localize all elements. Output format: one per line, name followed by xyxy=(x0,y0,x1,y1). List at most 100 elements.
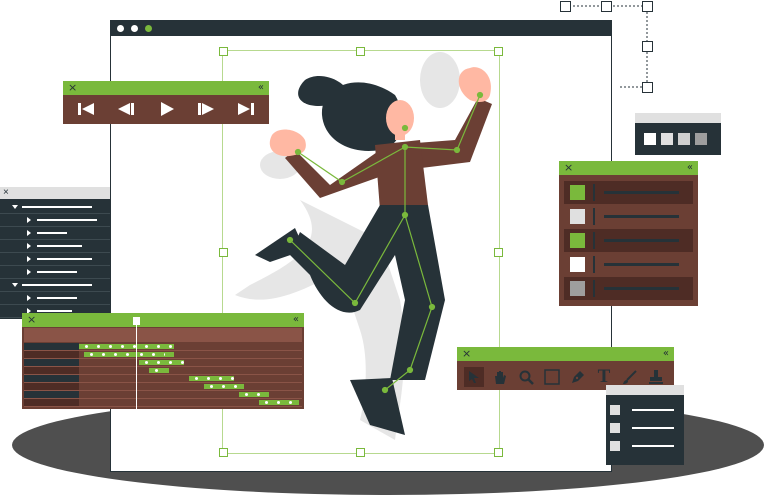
close-icon[interactable]: × xyxy=(3,187,9,199)
color-swatch[interactable] xyxy=(570,257,585,272)
collapse-icon[interactable]: « xyxy=(663,347,669,361)
property-row[interactable] xyxy=(610,439,680,457)
property-checkbox[interactable] xyxy=(610,405,620,415)
swatch-row[interactable] xyxy=(564,277,693,300)
pen-icon[interactable] xyxy=(568,367,588,387)
keyframe-dot[interactable] xyxy=(145,361,148,364)
pointer-icon[interactable] xyxy=(464,367,484,387)
keyframe-dot[interactable] xyxy=(90,353,93,356)
transform-handle-4[interactable] xyxy=(642,41,653,52)
property-checkbox[interactable] xyxy=(610,423,620,433)
track-label[interactable] xyxy=(24,399,79,406)
keyframe-clip[interactable] xyxy=(149,368,169,373)
keyframe-dot[interactable] xyxy=(195,377,198,380)
skip-forward-icon[interactable] xyxy=(237,101,255,117)
keyframe-dot[interactable] xyxy=(152,353,155,356)
keyframe-dot[interactable] xyxy=(157,345,160,348)
keyframe-dot[interactable] xyxy=(114,353,117,356)
keyframe-dot[interactable] xyxy=(145,345,148,348)
play-icon[interactable] xyxy=(159,101,175,117)
keyframe-dot[interactable] xyxy=(109,345,112,348)
expand-down-icon[interactable] xyxy=(12,205,18,209)
expand-right-icon[interactable] xyxy=(27,295,31,301)
keyframe-dot[interactable] xyxy=(169,345,172,348)
close-icon[interactable]: × xyxy=(564,161,573,175)
color-swatch[interactable] xyxy=(570,233,585,248)
swatch-row[interactable] xyxy=(564,253,693,276)
keyframe-clip[interactable] xyxy=(189,376,234,381)
color-swatch[interactable] xyxy=(570,185,585,200)
transform-handle-1[interactable] xyxy=(560,1,571,12)
property-checkbox[interactable] xyxy=(610,441,620,451)
track-label[interactable] xyxy=(24,383,79,390)
keyframe-dot[interactable] xyxy=(222,385,225,388)
keyframe-dot[interactable] xyxy=(277,401,280,404)
keyframe-dot[interactable] xyxy=(169,361,172,364)
transform-handle-2[interactable] xyxy=(601,1,612,12)
keyframe-dot[interactable] xyxy=(121,345,124,348)
keyframe-dot[interactable] xyxy=(157,361,160,364)
layer-row[interactable] xyxy=(0,201,110,214)
keyframe-dot[interactable] xyxy=(231,377,234,380)
keyframe-dot[interactable] xyxy=(210,385,213,388)
keyframe-dot[interactable] xyxy=(181,361,184,364)
keyframe-dot[interactable] xyxy=(245,393,248,396)
mini-swatch[interactable] xyxy=(661,133,673,145)
keyframe-dot[interactable] xyxy=(234,385,237,388)
close-icon[interactable]: × xyxy=(462,347,471,361)
track-label[interactable] xyxy=(24,391,79,398)
mini-swatch[interactable] xyxy=(695,133,707,145)
property-row[interactable] xyxy=(610,421,680,439)
swatch-row[interactable] xyxy=(564,229,693,252)
brush-icon[interactable] xyxy=(620,367,640,387)
mini-swatch[interactable] xyxy=(644,133,656,145)
skip-back-icon[interactable] xyxy=(77,101,95,117)
keyframe-dot[interactable] xyxy=(102,353,105,356)
keyframe-dot[interactable] xyxy=(257,393,260,396)
close-icon[interactable]: × xyxy=(27,313,36,327)
keyframe-dot[interactable] xyxy=(140,353,143,356)
playhead-line[interactable] xyxy=(136,319,137,409)
track-label[interactable] xyxy=(24,375,79,382)
property-row[interactable] xyxy=(610,403,680,421)
transform-handle-5[interactable] xyxy=(642,82,653,93)
mini-swatch[interactable] xyxy=(678,133,690,145)
step-forward-icon[interactable] xyxy=(197,101,215,117)
transform-handle-3[interactable] xyxy=(642,1,653,12)
keyframe-dot[interactable] xyxy=(85,345,88,348)
layer-row[interactable] xyxy=(0,214,110,227)
track-label[interactable] xyxy=(24,359,79,366)
keyframe-dot[interactable] xyxy=(126,353,129,356)
keyframe-dot[interactable] xyxy=(155,369,158,372)
track-label[interactable] xyxy=(24,351,79,358)
keyframe-dot[interactable] xyxy=(265,401,268,404)
text-icon[interactable]: T xyxy=(594,367,614,387)
collapse-icon[interactable]: « xyxy=(293,313,299,327)
keyframe-clip[interactable] xyxy=(134,352,164,357)
keyframe-dot[interactable] xyxy=(219,377,222,380)
step-back-icon[interactable] xyxy=(117,101,135,117)
keyframe-clip[interactable] xyxy=(139,360,184,365)
playhead-handle[interactable] xyxy=(133,317,140,325)
swatch-row[interactable] xyxy=(564,181,693,204)
window-dot-1[interactable] xyxy=(117,25,124,32)
expand-right-icon[interactable] xyxy=(27,256,31,262)
layer-row[interactable] xyxy=(0,240,110,253)
layer-row[interactable] xyxy=(0,279,110,292)
expand-right-icon[interactable] xyxy=(27,217,31,223)
color-swatch[interactable] xyxy=(570,281,585,296)
close-icon[interactable]: × xyxy=(68,81,77,95)
keyframe-dot[interactable] xyxy=(97,345,100,348)
keyframe-clip[interactable] xyxy=(204,384,244,389)
collapse-icon[interactable]: « xyxy=(258,81,264,95)
expand-right-icon[interactable] xyxy=(27,269,31,275)
swatch-row[interactable] xyxy=(564,205,693,228)
collapse-icon[interactable]: « xyxy=(687,161,693,175)
hand-icon[interactable] xyxy=(490,367,510,387)
expand-right-icon[interactable] xyxy=(27,230,31,236)
keyframe-dot[interactable] xyxy=(289,401,292,404)
stamp-icon[interactable] xyxy=(646,367,666,387)
track-label[interactable] xyxy=(24,343,79,350)
keyframe-clip[interactable] xyxy=(259,400,299,405)
layer-row[interactable] xyxy=(0,266,110,279)
